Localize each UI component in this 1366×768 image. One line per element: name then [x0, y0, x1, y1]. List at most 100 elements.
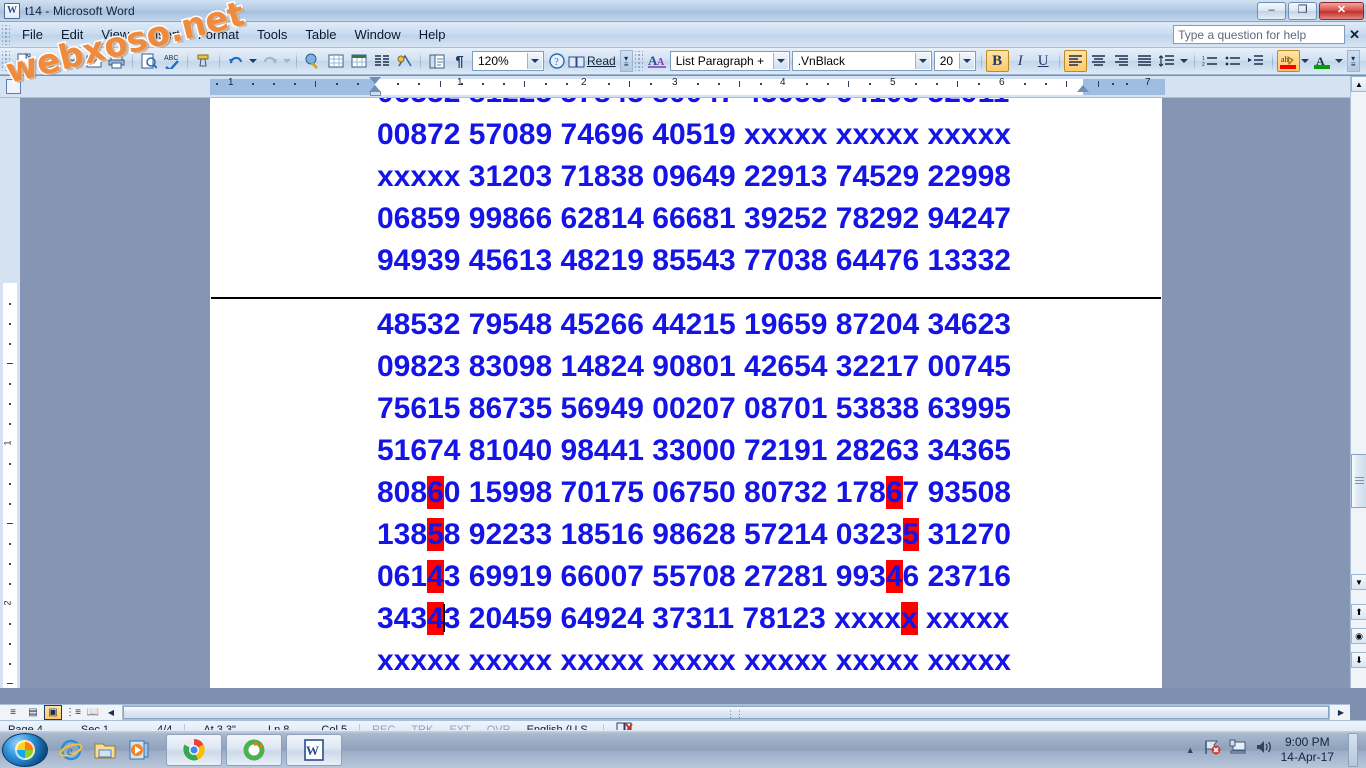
highlight-dropdown-icon[interactable] — [1300, 50, 1311, 72]
windows-explorer-icon[interactable] — [92, 737, 118, 763]
style-dropdown-icon[interactable] — [772, 53, 788, 69]
bold-button[interactable]: B — [985, 50, 1009, 72]
document-text-line[interactable]: 09823 83098 14824 90801 42654 32217 0074… — [211, 346, 1161, 388]
italic-button[interactable]: I — [1009, 50, 1032, 72]
scroll-left-button[interactable]: ◀ — [102, 705, 120, 720]
close-task-pane-icon[interactable]: ✕ — [1349, 27, 1360, 43]
zoom-combo[interactable]: 120% — [472, 51, 544, 71]
print-icon[interactable] — [105, 50, 128, 72]
unikey-icon[interactable] — [226, 733, 282, 766]
styles-icon[interactable]: AA — [646, 50, 669, 72]
menu-item-insert[interactable]: Insert — [138, 24, 189, 45]
menu-item-help[interactable]: Help — [410, 24, 455, 45]
menu-item-tools[interactable]: Tools — [248, 24, 296, 45]
document-text-line[interactable]: 80860 15998 70175 06750 80732 17867 9350… — [211, 472, 1161, 514]
document-canvas[interactable]: 06552 81225 57845 80047 45055 64105 5291… — [20, 98, 1350, 688]
document-text-line[interactable]: 75615 86735 56949 00207 08701 53838 6399… — [211, 388, 1161, 430]
document-text-line[interactable]: xxxxx xxxxx xxxxx xxxxx xxxxx xxxxx xxxx… — [211, 640, 1161, 682]
menu-item-window[interactable]: Window — [345, 24, 409, 45]
minimize-button[interactable]: – — [1257, 1, 1286, 20]
font-dropdown-icon[interactable] — [914, 53, 930, 69]
book-icon[interactable] — [568, 50, 585, 72]
internet-explorer-icon[interactable]: e — [58, 737, 84, 763]
line-spacing-dropdown-icon[interactable] — [1179, 50, 1190, 72]
show-formatting-icon[interactable]: ¶ — [448, 50, 471, 72]
underline-button[interactable]: U — [1032, 50, 1055, 72]
new-document-icon[interactable] — [13, 50, 36, 72]
open-folder-icon[interactable] — [36, 50, 59, 72]
spelling-check-icon[interactable]: ABC — [160, 50, 183, 72]
format-painter-icon[interactable] — [192, 50, 215, 72]
document-text-line[interactable]: 94939 45613 48219 85543 77038 64476 1333… — [211, 240, 1161, 282]
document-text-line[interactable]: 06552 81225 57845 80047 45055 64105 5291… — [211, 98, 1161, 114]
menu-item-format[interactable]: Format — [189, 24, 248, 45]
menu-item-table[interactable]: Table — [296, 24, 345, 45]
volume-icon[interactable] — [1255, 739, 1273, 760]
previous-page-button[interactable]: ⬆ — [1351, 604, 1366, 620]
print-layout-view-icon[interactable]: ▣ — [44, 705, 62, 720]
document-section-1[interactable]: 06552 81225 57845 80047 45055 64105 5291… — [211, 98, 1161, 282]
email-icon[interactable] — [82, 50, 105, 72]
help-question-input[interactable]: Type a question for help — [1173, 25, 1346, 44]
close-button[interactable]: ✕ — [1319, 1, 1364, 20]
zoom-dropdown-icon[interactable] — [527, 53, 542, 69]
menu-item-file[interactable]: File — [13, 24, 52, 45]
start-orb-icon[interactable] — [2, 732, 48, 767]
print-preview-icon[interactable] — [137, 50, 160, 72]
document-section-2[interactable]: 48532 79548 45266 44215 19659 87204 3462… — [211, 282, 1161, 682]
document-text-line[interactable]: xxxxx 31203 71838 09649 22913 74529 2299… — [211, 156, 1161, 198]
web-layout-view-icon[interactable]: ▤ — [24, 705, 42, 720]
scroll-down-button[interactable]: ▼ — [1351, 574, 1366, 590]
vertical-scrollbar[interactable]: ▲ ▼ ⬆ ◉ ⬇ — [1350, 76, 1366, 688]
help-circle-icon[interactable]: ? — [545, 50, 568, 72]
document-text-line[interactable]: 13858 92233 18516 98628 57214 03235 3127… — [211, 514, 1161, 556]
menu-item-view[interactable]: View — [92, 24, 138, 45]
chrome-icon[interactable] — [166, 733, 222, 766]
align-left-icon[interactable] — [1063, 50, 1087, 72]
document-text-line[interactable]: 06859 99866 62814 66681 39252 78292 9424… — [211, 198, 1161, 240]
font-size-combo[interactable]: 20 — [933, 51, 976, 71]
vertical-ruler[interactable]: 1 2 3 — [0, 98, 20, 688]
network-icon[interactable] — [1229, 739, 1247, 760]
restore-button[interactable]: ❐ — [1288, 1, 1317, 20]
select-browse-object-button[interactable]: ◉ — [1351, 628, 1366, 644]
font-combo[interactable]: .VnBlack — [791, 51, 932, 71]
network-error-icon[interactable] — [1203, 739, 1221, 760]
document-text-line[interactable]: 48532 79548 45266 44215 19659 87204 3462… — [211, 304, 1161, 346]
standard-toolbar-grip[interactable] — [2, 51, 10, 71]
document-page[interactable]: 06552 81225 57845 80047 45055 64105 5291… — [210, 98, 1162, 688]
line-spacing-icon[interactable] — [1156, 50, 1179, 72]
align-center-icon[interactable] — [1087, 50, 1110, 72]
scroll-right-button[interactable]: ▶ — [1332, 705, 1350, 720]
right-indent-marker[interactable] — [1077, 85, 1089, 92]
columns-icon[interactable] — [370, 50, 393, 72]
undo-dropdown-icon[interactable] — [247, 50, 258, 72]
next-page-button[interactable]: ⬇ — [1351, 652, 1366, 668]
font-color-icon[interactable]: A — [1311, 50, 1334, 72]
drawing-icon[interactable] — [393, 50, 416, 72]
undo-icon[interactable] — [224, 50, 247, 72]
insert-hyperlink-icon[interactable] — [301, 50, 324, 72]
reading-layout-view-icon[interactable]: 📖 — [84, 705, 102, 720]
document-text-line[interactable]: 00872 57089 74696 40519 xxxxx xxxxx xxxx… — [211, 114, 1161, 156]
numbered-list-icon[interactable]: 12 — [1199, 50, 1222, 72]
bulleted-list-icon[interactable] — [1222, 50, 1245, 72]
read-button-label[interactable]: Read — [585, 54, 618, 68]
first-line-indent-marker[interactable] — [369, 77, 381, 84]
horizontal-scrollbar-row[interactable]: ≡ ▤ ▣ ⋮≡ 📖 ◀ ⋮⋮ ▶ — [0, 704, 1350, 720]
formatting-toolbar-overflow-button[interactable]: ▾ ≡ — [1346, 50, 1360, 72]
tab-selector-button[interactable] — [6, 79, 21, 94]
document-text-line[interactable]: 51674 81040 98441 33000 72191 28263 3436… — [211, 430, 1161, 472]
style-combo[interactable]: List Paragraph + — [669, 51, 790, 71]
highlight-icon[interactable]: ab — [1276, 50, 1300, 72]
outline-view-icon[interactable]: ⋮≡ — [64, 705, 82, 720]
save-icon[interactable] — [59, 50, 82, 72]
font-color-dropdown-icon[interactable] — [1334, 50, 1345, 72]
toolbar-overflow-button[interactable]: ▾ ≡ — [619, 50, 633, 72]
menu-item-edit[interactable]: Edit — [52, 24, 92, 45]
document-map-icon[interactable] — [425, 50, 448, 72]
insert-excel-table-icon[interactable] — [347, 50, 370, 72]
horizontal-scroll-track[interactable]: ⋮⋮ — [122, 705, 1330, 720]
document-text-line[interactable]: 34343 20459 64924 37311 78123 xxxxx xxxx… — [211, 598, 1161, 640]
left-indent-marker[interactable] — [370, 91, 381, 96]
